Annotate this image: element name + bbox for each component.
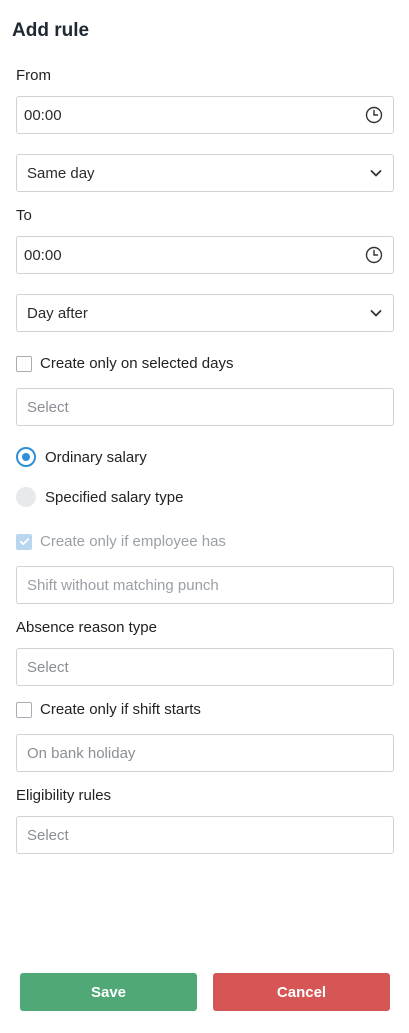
to-day-select[interactable]: Day after xyxy=(16,294,394,332)
shift-starts-placeholder: On bank holiday xyxy=(27,744,136,762)
shift-starts-checkbox-label: Create only if shift starts xyxy=(40,701,201,718)
from-label: From xyxy=(16,67,51,84)
checkmark-icon xyxy=(19,538,29,546)
to-day-value: Day after xyxy=(27,304,88,322)
save-button[interactable]: Save xyxy=(20,973,197,1011)
absence-reason-placeholder: Select xyxy=(27,658,69,676)
selected-days-select[interactable]: Select xyxy=(16,388,394,426)
absence-reason-select[interactable]: Select xyxy=(16,648,394,686)
selected-days-checkbox[interactable] xyxy=(16,355,32,372)
to-label: To xyxy=(16,207,32,224)
clock-icon[interactable] xyxy=(365,106,383,124)
ordinary-salary-label: Ordinary salary xyxy=(45,448,147,466)
ordinary-salary-radio[interactable] xyxy=(16,447,36,467)
selected-days-checkbox-label: Create only on selected days xyxy=(40,355,234,372)
specified-salary-radio-row[interactable]: Specified salary type xyxy=(16,487,183,507)
chevron-down-icon xyxy=(369,306,383,320)
ordinary-salary-radio-row[interactable]: Ordinary salary xyxy=(16,447,147,467)
radio-dot xyxy=(22,453,30,461)
eligibility-label: Eligibility rules xyxy=(16,787,112,804)
eligibility-select[interactable]: Select xyxy=(16,816,394,854)
specified-salary-label: Specified salary type xyxy=(45,488,184,506)
selected-days-placeholder: Select xyxy=(27,398,69,416)
chevron-down-icon xyxy=(369,166,383,180)
employee-has-select: Shift without matching punch xyxy=(16,566,394,604)
shift-starts-checkbox-row[interactable]: Create only if shift starts xyxy=(16,701,201,718)
from-day-select[interactable]: Same day xyxy=(16,154,394,192)
to-time-input[interactable]: 00:00 xyxy=(16,236,394,274)
page-title: Add rule xyxy=(12,20,90,41)
clock-icon[interactable] xyxy=(365,246,383,264)
cancel-button[interactable]: Cancel xyxy=(213,973,390,1011)
from-time-value: 00:00 xyxy=(24,106,62,124)
from-day-value: Same day xyxy=(27,164,95,182)
shift-starts-select[interactable]: On bank holiday xyxy=(16,734,394,772)
employee-has-placeholder: Shift without matching punch xyxy=(27,576,219,594)
to-time-value: 00:00 xyxy=(24,246,62,264)
selected-days-checkbox-row[interactable]: Create only on selected days xyxy=(16,355,233,372)
eligibility-placeholder: Select xyxy=(27,826,69,844)
from-time-input[interactable]: 00:00 xyxy=(16,96,394,134)
specified-salary-radio[interactable] xyxy=(16,487,36,507)
absence-reason-label: Absence reason type xyxy=(16,619,157,636)
employee-has-checkbox-row: Create only if employee has xyxy=(16,533,226,550)
shift-starts-checkbox[interactable] xyxy=(16,701,32,718)
employee-has-checkbox xyxy=(16,533,32,550)
employee-has-checkbox-label: Create only if employee has xyxy=(40,533,226,550)
